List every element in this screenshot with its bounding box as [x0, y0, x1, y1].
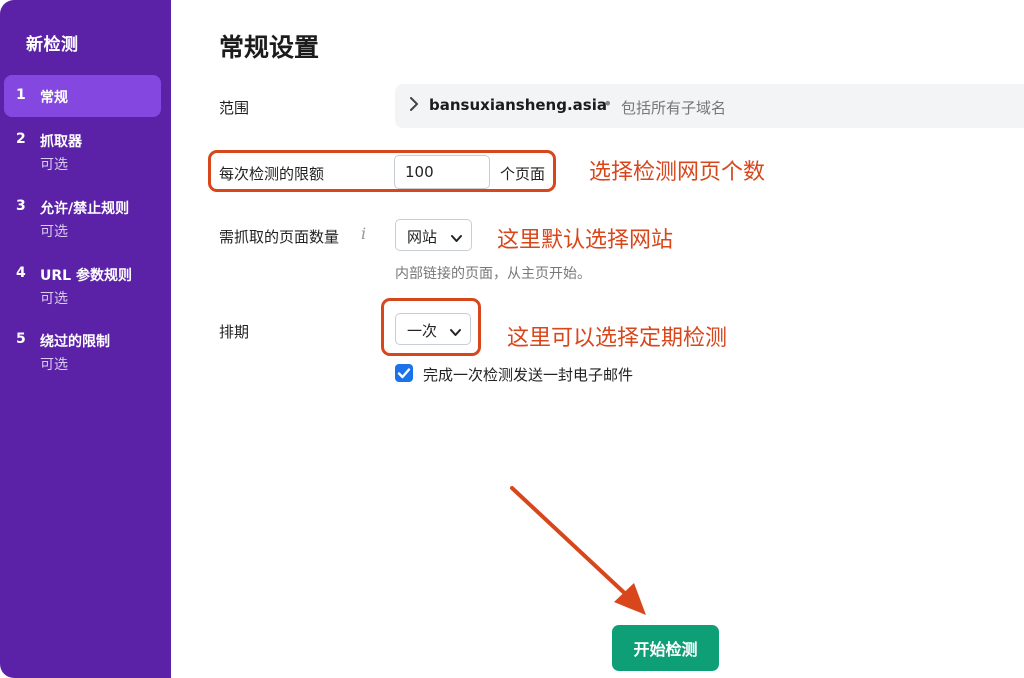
app-window: 新检测 1 常规 2 抓取器 可选 3 允许/禁止规则 可选 4 URL 参数规…	[0, 0, 1024, 678]
scope-subdomain-note: 包括所有子域名	[621, 99, 727, 117]
select-value: 网站	[407, 228, 438, 246]
step-optional: 可选	[40, 157, 68, 173]
step-optional: 可选	[40, 224, 68, 240]
pages-to-crawl-label: 需抓取的页面数量	[219, 228, 340, 246]
page-title: 常规设置	[219, 33, 320, 62]
limit-highlight-box	[208, 150, 556, 192]
schedule-label: 排期	[219, 323, 250, 341]
scope-separator: •	[603, 94, 613, 113]
sidebar: 新检测 1 常规 2 抓取器 可选 3 允许/禁止规则 可选 4 URL 参数规…	[0, 0, 171, 678]
annotation-crawl: 这里默认选择网站	[497, 228, 674, 253]
start-check-button[interactable]: 开始检测	[612, 625, 719, 671]
chevron-right-icon	[409, 97, 419, 115]
step-label: URL 参数规则	[40, 268, 132, 284]
sidebar-step-allow-disallow[interactable]: 3 允许/禁止规则 可选	[4, 195, 161, 243]
sidebar-step-general[interactable]: 1 常规	[4, 75, 161, 117]
email-checkbox[interactable]	[395, 364, 413, 382]
step-optional: 可选	[40, 357, 68, 373]
pages-to-crawl-select[interactable]: 网站	[395, 219, 472, 251]
step-number: 4	[16, 265, 26, 281]
sidebar-title: 新检测	[26, 35, 79, 55]
scope-field[interactable]: bansuxiansheng.asia • 包括所有子域名	[395, 84, 1024, 128]
step-label: 允许/禁止规则	[40, 201, 130, 217]
step-number: 3	[16, 198, 26, 214]
sidebar-step-url-params[interactable]: 4 URL 参数规则 可选	[4, 262, 161, 310]
annotation-schedule: 这里可以选择定期检测	[507, 326, 728, 351]
pages-to-crawl-hint: 内部链接的页面，从主页开始。	[395, 266, 591, 282]
step-label: 抓取器	[40, 134, 82, 150]
step-number: 2	[16, 131, 26, 147]
info-icon[interactable]: i	[361, 224, 366, 243]
step-optional: 可选	[40, 291, 68, 307]
step-number: 5	[16, 331, 26, 347]
chevron-down-icon	[451, 229, 462, 242]
sidebar-step-bypass-limits[interactable]: 5 绕过的限制 可选	[4, 328, 161, 376]
scope-domain: bansuxiansheng.asia	[429, 96, 607, 114]
sidebar-step-crawler[interactable]: 2 抓取器 可选	[4, 128, 161, 176]
step-number: 1	[16, 87, 26, 103]
step-label: 常规	[40, 90, 68, 106]
email-checkbox-label[interactable]: 完成一次检测发送一封电子邮件	[423, 364, 633, 385]
checkmark-icon	[397, 368, 411, 379]
schedule-highlight-box	[381, 298, 481, 356]
step-label: 绕过的限制	[40, 334, 110, 350]
annotation-limit: 选择检测网页个数	[589, 160, 766, 185]
scope-label: 范围	[219, 99, 250, 117]
